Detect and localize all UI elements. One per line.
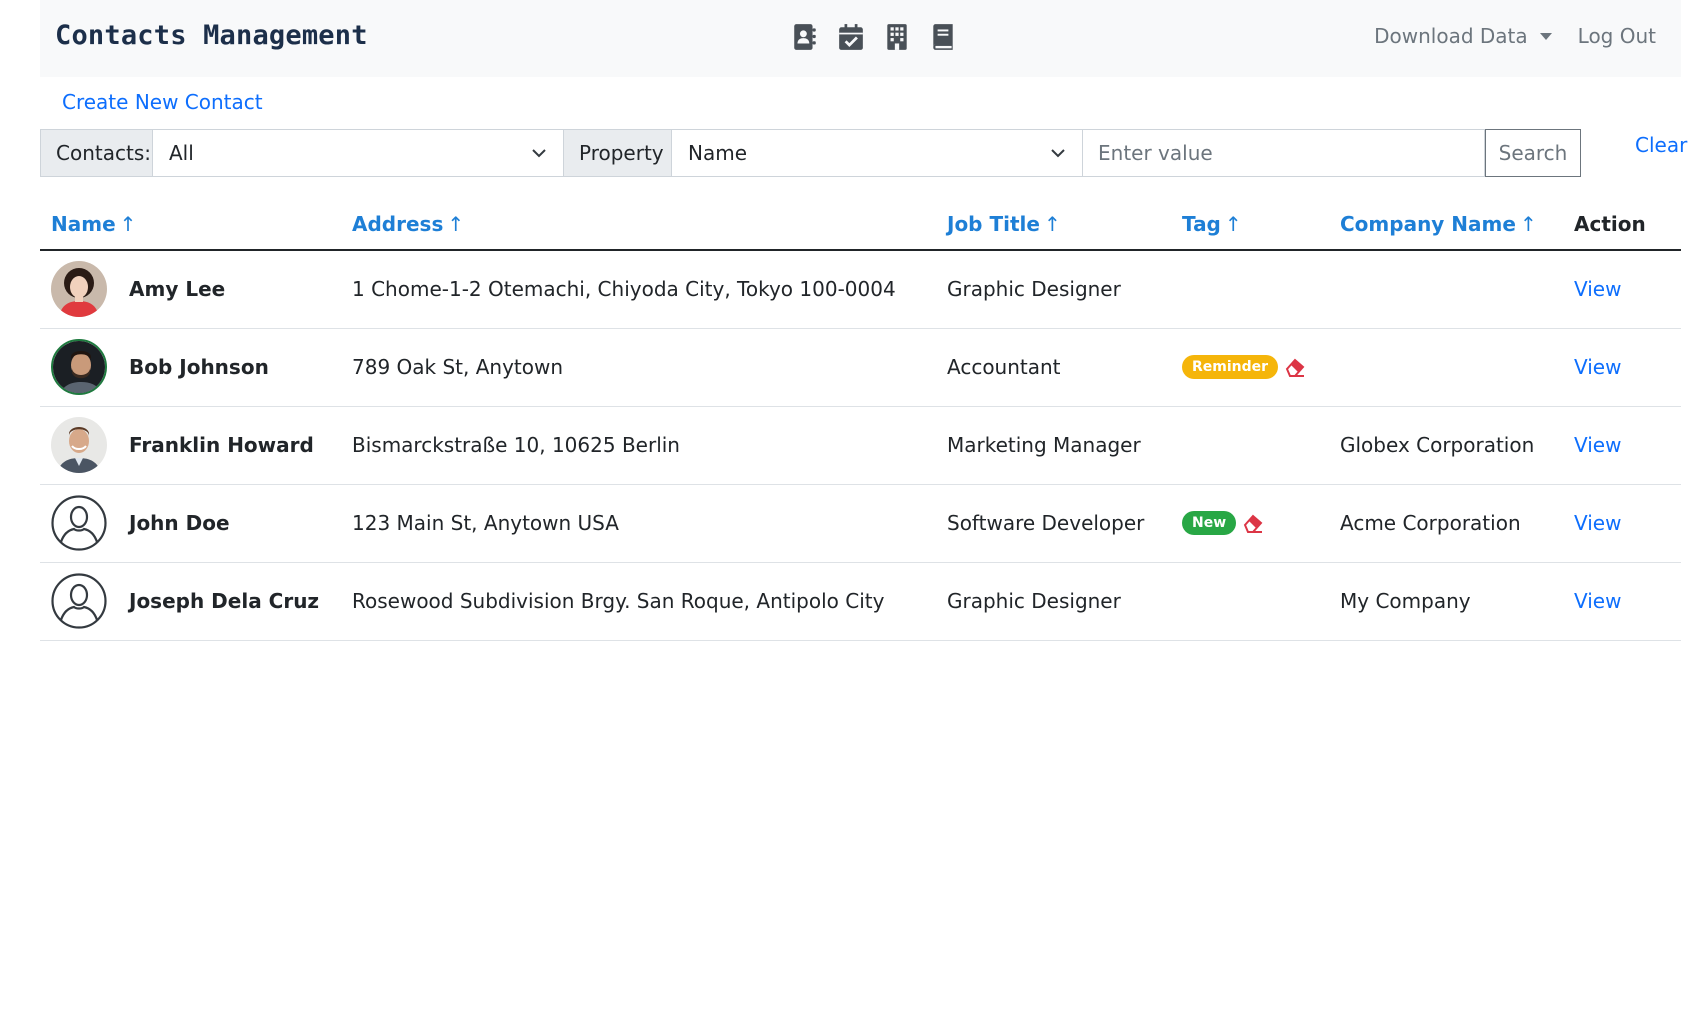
contacts-filter-value: All (169, 141, 194, 165)
contact-name: Franklin Howard (129, 433, 314, 457)
table-row: Joseph Dela Cruz Rosewood Subdivision Br… (40, 562, 1681, 641)
company-cell: Acme Corporation (1329, 484, 1563, 563)
column-header-name[interactable]: Name ↑ (40, 198, 341, 251)
column-header-label: Address (352, 211, 444, 236)
address-cell: Rosewood Subdivision Brgy. San Roque, An… (341, 562, 936, 641)
contact-name: John Doe (129, 511, 230, 535)
property-label: Property (564, 129, 672, 177)
chevron-down-icon (1051, 149, 1065, 158)
eraser-icon[interactable] (1284, 357, 1306, 377)
download-data-dropdown[interactable]: Download Data (1374, 24, 1552, 48)
table-row: Amy Lee 1 Chome-1-2 Otemachi, Chiyoda Ci… (40, 250, 1681, 329)
app-title[interactable]: Contacts Management (55, 20, 368, 51)
tag-cell (1171, 250, 1329, 329)
tag-cell: Reminder (1171, 328, 1329, 407)
column-header-action: Action (1563, 198, 1681, 251)
address-cell: 789 Oak St, Anytown (341, 328, 936, 407)
contacts-filter-label: Contacts: (40, 129, 153, 177)
building-icon[interactable] (884, 22, 910, 52)
property-select[interactable]: Name (672, 129, 1083, 177)
view-link[interactable]: View (1574, 433, 1621, 457)
company-cell (1329, 328, 1563, 407)
contact-book-icon[interactable] (792, 22, 818, 52)
job-title-cell: Accountant (936, 328, 1171, 407)
company-cell (1329, 250, 1563, 329)
address-cell: Bismarckstraße 10, 10625 Berlin (341, 406, 936, 485)
view-link[interactable]: View (1574, 355, 1621, 379)
logout-link[interactable]: Log Out (1578, 24, 1656, 48)
name-cell: Bob Johnson (40, 328, 341, 407)
company-cell: Globex Corporation (1329, 406, 1563, 485)
column-header-address[interactable]: Address ↑ (341, 198, 936, 251)
job-title-cell: Software Developer (936, 484, 1171, 563)
column-header-label: Company Name (1340, 211, 1516, 236)
contact-name: Bob Johnson (129, 355, 269, 379)
filter-value-input[interactable] (1083, 129, 1485, 177)
job-title-cell: Marketing Manager (936, 406, 1171, 485)
avatar (51, 417, 107, 473)
tag-cell: New (1171, 484, 1329, 563)
job-title-cell: Graphic Designer (936, 250, 1171, 329)
view-link[interactable]: View (1574, 277, 1621, 301)
search-button[interactable]: Search (1485, 129, 1581, 177)
create-new-contact-link[interactable]: Create New Contact (62, 90, 263, 114)
name-cell: Franklin Howard (40, 406, 341, 485)
tag-cell (1171, 562, 1329, 641)
address-cell: 1 Chome-1-2 Otemachi, Chiyoda City, Toky… (341, 250, 936, 329)
tag-badge-new: New (1182, 511, 1237, 535)
table-row: John Doe 123 Main St, Anytown USA Softwa… (40, 484, 1681, 563)
chevron-down-icon (532, 149, 546, 158)
name-cell: Amy Lee (40, 250, 341, 329)
view-link[interactable]: View (1574, 589, 1621, 613)
nav-icon-group (792, 22, 956, 52)
column-header-label: Name (51, 211, 116, 236)
calendar-check-icon[interactable] (838, 22, 864, 52)
eraser-icon[interactable] (1242, 513, 1264, 533)
name-cell: Joseph Dela Cruz (40, 562, 341, 641)
contact-name: Amy Lee (129, 277, 226, 302)
column-header-job-title[interactable]: Job Title ↑ (936, 198, 1171, 251)
view-link[interactable]: View (1574, 511, 1621, 535)
avatar (51, 339, 107, 395)
job-title-cell: Graphic Designer (936, 562, 1171, 641)
contacts-filter-select[interactable]: All (153, 129, 564, 177)
placeholder-person-icon (51, 495, 107, 551)
book-icon[interactable] (930, 22, 956, 52)
download-data-label: Download Data (1374, 24, 1528, 48)
property-value: Name (688, 141, 748, 165)
avatar (51, 261, 107, 318)
column-header-label: Tag (1182, 211, 1221, 236)
contacts-table: Name ↑ Address ↑ Job Title ↑ Tag ↑ Company N… (40, 198, 1681, 641)
column-header-tag[interactable]: Tag ↑ (1171, 198, 1329, 251)
name-cell: John Doe (40, 484, 341, 563)
filter-bar: Contacts: All Property Name Search (40, 129, 1581, 177)
address-cell: 123 Main St, Anytown USA (341, 484, 936, 563)
tag-badge-reminder: Reminder (1182, 355, 1279, 379)
tag-cell (1171, 406, 1329, 485)
navbar: Contacts Management Download Data Log Ou… (40, 0, 1681, 77)
sort-arrow-icon: ↑ (447, 211, 465, 236)
placeholder-person-icon (51, 573, 107, 629)
table-header-row: Name ↑ Address ↑ Job Title ↑ Tag ↑ Company N… (40, 198, 1681, 251)
contact-name: Joseph Dela Cruz (129, 589, 320, 613)
sort-arrow-icon: ↑ (119, 211, 137, 236)
nav-right: Download Data Log Out (1374, 24, 1656, 48)
sort-arrow-icon: ↑ (1224, 211, 1242, 236)
company-cell: My Company (1329, 562, 1563, 641)
clear-link[interactable]: Clear (1635, 133, 1687, 157)
sort-arrow-icon: ↑ (1043, 211, 1061, 236)
caret-down-icon (1539, 32, 1552, 40)
table-row: Bob Johnson 789 Oak St, Anytown Accounta… (40, 328, 1681, 407)
column-header-label: Job Title (947, 211, 1040, 236)
table-row: Franklin Howard Bismarckstraße 10, 10625… (40, 406, 1681, 485)
column-header-company-name[interactable]: Company Name ↑ (1329, 198, 1563, 251)
sort-arrow-icon: ↑ (1519, 211, 1537, 236)
